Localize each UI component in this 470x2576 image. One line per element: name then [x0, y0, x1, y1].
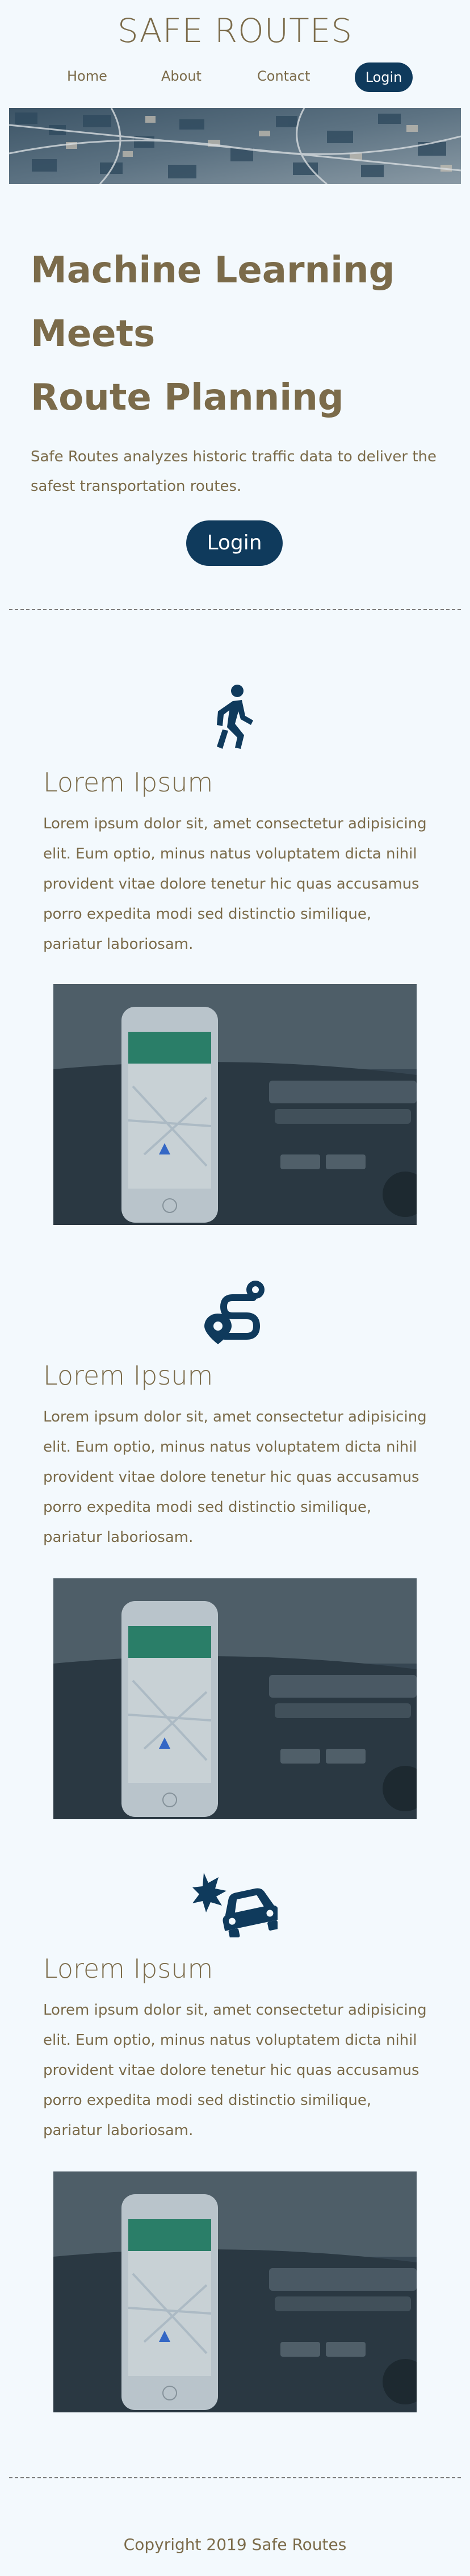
site-title: SAFE ROUTES: [117, 11, 353, 50]
footer-copyright: Copyright 2019 Safe Routes: [123, 2535, 347, 2554]
phone-navigation-photo: [53, 2171, 417, 2412]
nav-about-link[interactable]: About: [161, 68, 202, 84]
feature-heading: Lorem Ipsum: [43, 1953, 213, 1984]
nav-home-link[interactable]: Home: [67, 68, 107, 84]
feature-text: Lorem ipsum dolor sit, amet consectetur …: [43, 1408, 427, 1546]
hero-headline: Machine Learning Meets Route Planning: [31, 239, 439, 430]
nav-login-button[interactable]: Login: [355, 62, 413, 92]
aerial-city-banner: [9, 108, 461, 184]
route-pin-icon: [0, 1277, 470, 1345]
nav-contact-link[interactable]: Contact: [257, 68, 310, 84]
divider-bottom: [9, 2477, 461, 2478]
feature-heading: Lorem Ipsum: [43, 767, 213, 798]
phone-navigation-photo: [53, 1578, 417, 1819]
hero-headline-line3: Route Planning: [31, 377, 344, 419]
hero-login-button[interactable]: Login: [186, 520, 283, 566]
hero-headline-line1: Machine Learning: [31, 249, 395, 291]
car-crash-icon: [0, 1869, 470, 1937]
walking-person-icon: [0, 683, 470, 751]
hero-intro: Safe Routes analyzes historic traffic da…: [31, 448, 437, 495]
feature-heading: Lorem Ipsum: [43, 1360, 213, 1391]
hero-headline-line2: Meets: [31, 313, 156, 355]
divider-top: [9, 609, 461, 610]
feature-text: Lorem ipsum dolor sit, amet consectetur …: [43, 815, 427, 953]
feature-text: Lorem ipsum dolor sit, amet consectetur …: [43, 2002, 427, 2139]
phone-navigation-photo: [53, 984, 417, 1225]
